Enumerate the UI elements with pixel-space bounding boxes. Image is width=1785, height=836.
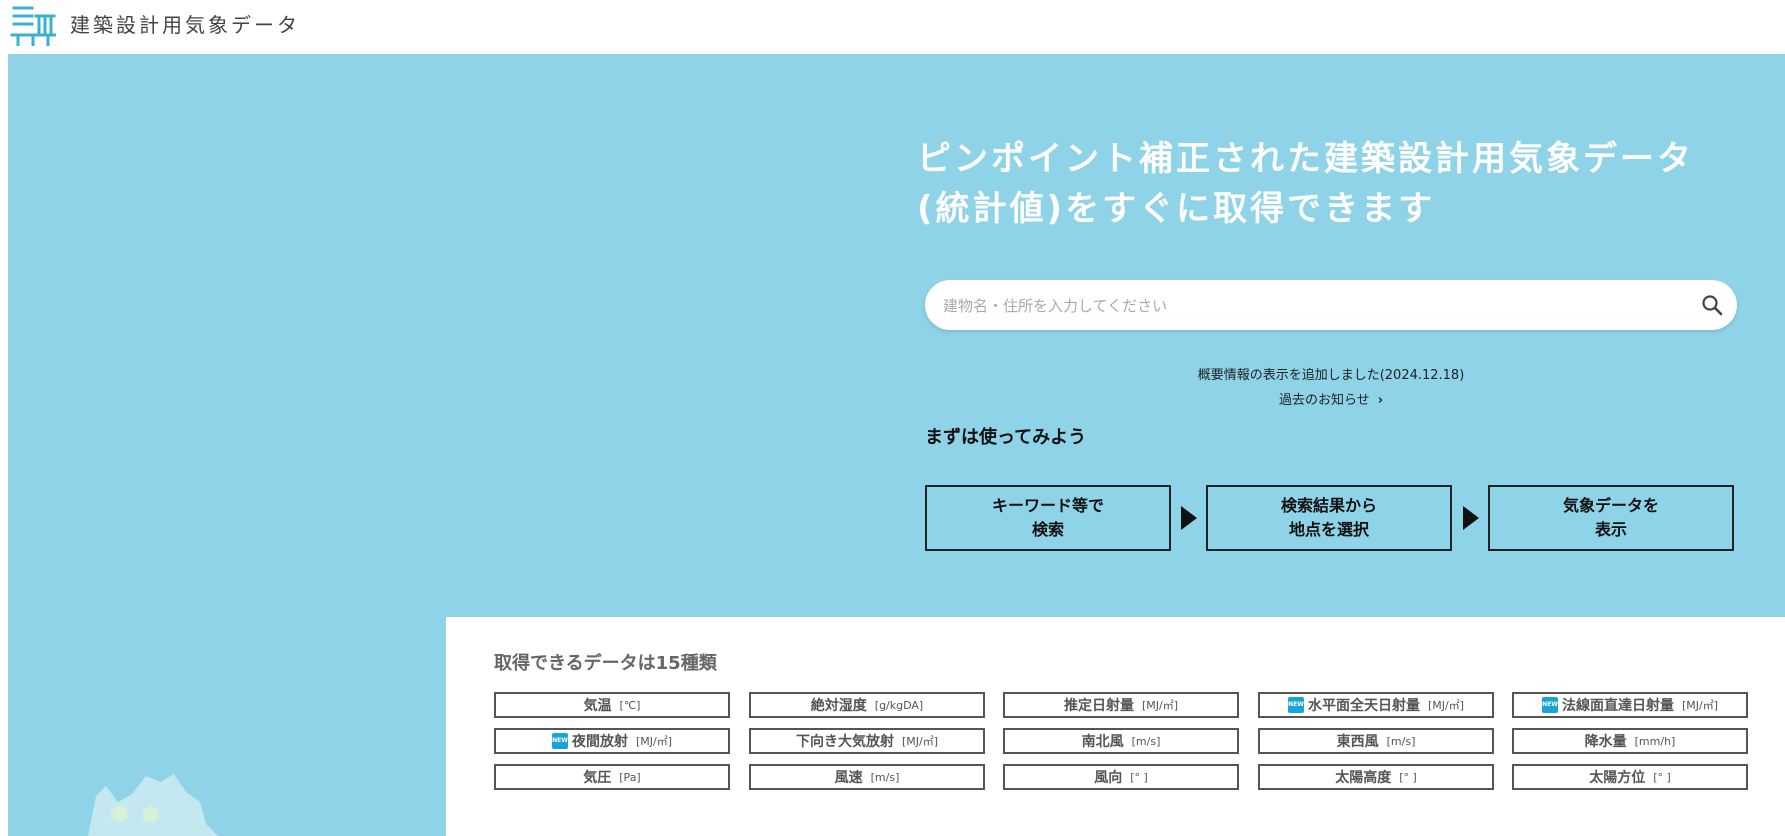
new-badge-icon: NEW: [1541, 697, 1558, 713]
search-icon[interactable]: [1701, 294, 1723, 316]
data-chip-temperature: 気温 [℃]: [494, 692, 730, 718]
step-select-location: 検索結果から 地点を選択: [1206, 485, 1452, 551]
data-chip-estimated-solar: 推定日射量 [MJ/㎡]: [1003, 692, 1239, 718]
site-header: 建築設計用気象データ: [0, 0, 1785, 54]
data-chip-absolute-humidity: 絶対湿度 [g/kgDA]: [749, 692, 985, 718]
search-box: [925, 280, 1737, 332]
data-chip-nocturnal-radiation: NEW 夜間放射 [MJ/㎡]: [494, 728, 730, 754]
new-badge-icon: NEW: [551, 733, 568, 749]
hero-title-line1: ピンポイント補正された建築設計用気象データ: [917, 139, 1694, 179]
latest-news: 概要情報の表示を追加しました(2024.12.18): [1197, 368, 1465, 383]
data-types-title: 取得できるデータは15種類: [494, 653, 717, 674]
data-chip-solar-altitude: 太陽高度 [° ]: [1258, 764, 1494, 790]
arrow-right-icon: [1463, 506, 1479, 530]
past-news-label: 過去のお知らせ: [1278, 393, 1370, 408]
data-chip-pressure: 気圧 [Pa]: [494, 764, 730, 790]
step-keyword-search: キーワード等で 検索: [925, 485, 1171, 551]
data-chip-wind-speed: 風速 [m/s]: [749, 764, 985, 790]
step-show-weather-data: 気象データを 表示: [1488, 485, 1734, 551]
building-logo-icon[interactable]: [10, 4, 56, 46]
search-input[interactable]: [941, 280, 1685, 332]
data-chip-east-west-wind: 東西風 [m/s]: [1258, 728, 1494, 754]
data-chip-downward-longwave: 下向き大気放射 [MJ/㎡]: [749, 728, 985, 754]
arrow-right-icon: [1181, 506, 1197, 530]
data-chip-precipitation: 降水量 [mm/h]: [1512, 728, 1748, 754]
data-chip-direct-normal: NEW 法線面直達日射量 [MJ/㎡]: [1512, 692, 1748, 718]
hero-title: ピンポイント補正された建築設計用気象データ (統計値)をすぐに取得できます: [917, 134, 1717, 234]
data-chip-solar-azimuth: 太陽方位 [° ]: [1512, 764, 1748, 790]
hero-title-line2: (統計値)をすぐに取得できます: [917, 189, 1436, 229]
hero-section: ピンポイント補正された建築設計用気象データ (統計値)をすぐに取得できます 概要…: [8, 54, 1785, 836]
chevron-right-icon: ›: [1377, 393, 1384, 408]
site-title[interactable]: 建築設計用気象データ: [70, 9, 300, 38]
past-news-link[interactable]: 過去のお知らせ ›: [925, 389, 1737, 408]
try-it-heading: まずは使ってみよう: [925, 427, 1087, 448]
data-chip-north-south-wind: 南北風 [m/s]: [1003, 728, 1239, 754]
data-chip-wind-direction: 風向 [° ]: [1003, 764, 1239, 790]
data-chip-global-horizontal: NEW 水平面全天日射量 [MJ/㎡]: [1258, 692, 1494, 718]
data-types-panel: 取得できるデータは15種類 気温 [℃] 絶対湿度 [g/kgDA] 推定日射量 [M…: [446, 617, 1785, 836]
new-badge-icon: NEW: [1287, 697, 1304, 713]
